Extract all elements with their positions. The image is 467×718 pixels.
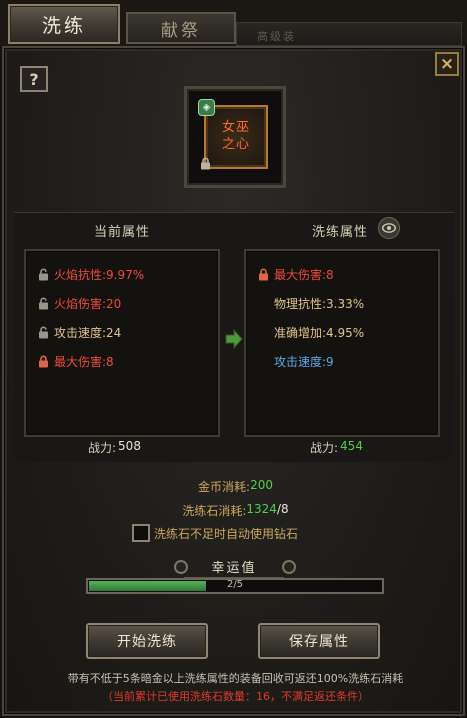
eye-icon[interactable] <box>378 217 400 239</box>
refined-attribute-row: 物理抗性:3.33% <box>274 294 364 312</box>
refined-power: 战力: 454 <box>310 439 363 456</box>
gem-badge-icon: ◈ <box>198 99 215 116</box>
refined-attribute-row: 最大伤害:8 <box>256 265 334 283</box>
unlock-icon[interactable] <box>36 295 50 311</box>
background-tab-strip: 高级装 <box>236 22 462 46</box>
recycle-status-note: （当前累计已使用洗练石数量：16，不满足返还条件） <box>102 690 369 703</box>
recycle-note: 带有不低于5条暗金以上洗练属性的装备回收可返还100%洗练石消耗 <box>67 672 404 685</box>
refined-attribute-text: 准确增加:4.95% <box>274 325 365 340</box>
attributes-area: 当前属性 洗练属性 火焰抗性:9.97% 火焰伤害:20 攻击速度:24 最大伤… <box>14 212 454 462</box>
refined-attributes-box: 最大伤害:8 物理抗性:3.33% 准确增加:4.95% 攻击速度:9 <box>244 249 440 437</box>
current-attributes-box: 火焰抗性:9.97% 火焰伤害:20 攻击速度:24 最大伤害:8 <box>24 249 220 437</box>
stone-cost: 洗练石消耗: 1324 /8 <box>4 502 467 519</box>
refine-panel: ? × 女巫 之心 ◈ 当前属性 洗练属性 火焰抗性:9.97% 火焰伤害:20… <box>2 46 465 716</box>
unlock-icon[interactable] <box>36 266 50 282</box>
tab-bar: 高级装 洗练 献祭 <box>0 0 467 46</box>
refined-power-label: 战力: <box>310 441 339 455</box>
current-power-value: 508 <box>118 439 141 453</box>
gold-cost-value: 200 <box>250 478 273 492</box>
unlock-icon[interactable] <box>36 324 50 340</box>
arrow-right-icon <box>225 329 243 349</box>
current-attributes-title: 当前属性 <box>94 225 151 240</box>
luck-ornament-right <box>282 560 296 574</box>
refined-attribute-row: 攻击速度:9 <box>274 352 334 370</box>
lock-icon[interactable] <box>36 353 50 369</box>
auto-diamond-checkbox[interactable] <box>132 524 150 542</box>
refined-attributes-title: 洗练属性 <box>312 225 369 240</box>
luck-title: 幸运值 <box>184 556 284 578</box>
luck-progress-text: 2/5 <box>226 579 244 590</box>
item-slot[interactable]: 女巫 之心 ◈ <box>184 86 286 188</box>
refined-attribute-text: 物理抗性:3.33% <box>274 296 365 311</box>
auto-diamond-label[interactable]: 洗练石不足时自动使用钻石 <box>154 525 298 542</box>
close-button[interactable]: × <box>435 52 459 76</box>
refined-power-value: 454 <box>340 439 363 453</box>
stone-need-value: /8 <box>276 502 289 516</box>
refined-attribute-text: 最大伤害:8 <box>274 267 334 282</box>
stone-have-value: 1324 <box>246 502 277 516</box>
save-attributes-button[interactable]: 保存属性 <box>258 623 380 659</box>
current-power-label: 战力: <box>88 441 117 455</box>
lock-icon <box>200 157 211 173</box>
current-attribute-text: 最大伤害:8 <box>54 354 114 369</box>
help-button[interactable]: ? <box>20 66 48 92</box>
current-attribute-row: 攻击速度:24 <box>36 323 121 341</box>
luck-progress-bar: 2/5 <box>86 578 384 594</box>
stone-cost-label: 洗练石消耗: <box>182 504 247 518</box>
item-name: 女巫 之心 <box>221 120 250 152</box>
current-attribute-text: 火焰抗性:9.97% <box>54 267 145 282</box>
item-icon[interactable]: 女巫 之心 ◈ <box>198 99 268 170</box>
current-attribute-text: 火焰伤害:20 <box>54 296 122 311</box>
background-tab-text: 高级装 <box>257 30 296 43</box>
current-attribute-row: 火焰伤害:20 <box>36 294 121 312</box>
gold-cost: 金币消耗: 200 <box>4 478 467 495</box>
tab-refine[interactable]: 洗练 <box>8 4 120 44</box>
start-refine-button[interactable]: 开始洗练 <box>86 623 208 659</box>
current-attribute-text: 攻击速度:24 <box>54 325 122 340</box>
tab-sacrifice[interactable]: 献祭 <box>126 12 236 44</box>
current-attribute-row: 最大伤害:8 <box>36 352 114 370</box>
current-attribute-row: 火焰抗性:9.97% <box>36 265 144 283</box>
gold-cost-label: 金币消耗: <box>198 480 251 494</box>
refined-attribute-text: 攻击速度:9 <box>274 354 334 369</box>
auto-diamond-option[interactable]: 洗练石不足时自动使用钻石 <box>132 524 298 542</box>
lock-icon <box>256 266 270 282</box>
current-power: 战力: 508 <box>88 439 141 456</box>
refined-attribute-row: 准确增加:4.95% <box>274 323 364 341</box>
